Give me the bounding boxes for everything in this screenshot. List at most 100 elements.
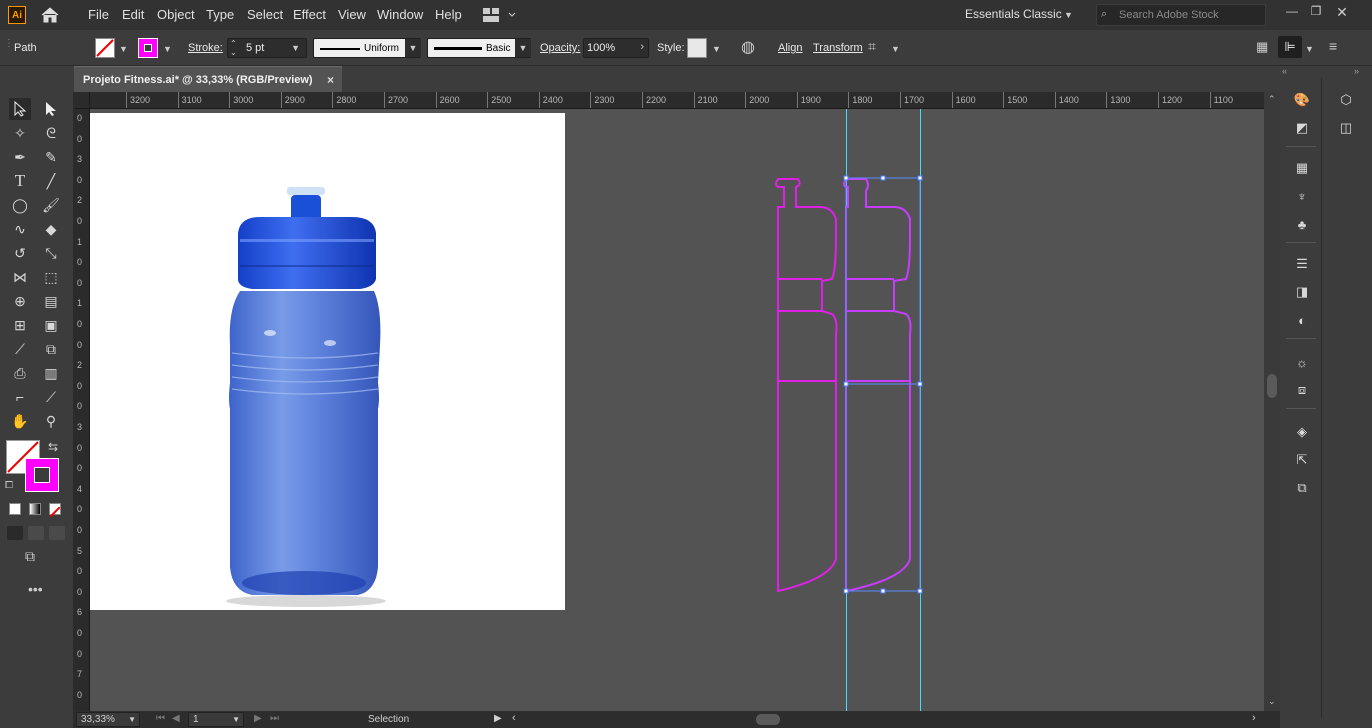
transparency-panel-icon[interactable]: ◐ bbox=[1292, 310, 1312, 330]
draw-normal-icon[interactable] bbox=[7, 526, 23, 540]
graphic-style-swatch[interactable] bbox=[687, 38, 707, 58]
asset-export-panel-icon[interactable]: ⇱ bbox=[1292, 450, 1312, 470]
close-button[interactable]: ✕ bbox=[1335, 4, 1349, 20]
color-mode-icon[interactable] bbox=[9, 503, 21, 515]
panel-menu-icon[interactable]: ≡ bbox=[1329, 38, 1337, 54]
gradient-mode-icon[interactable] bbox=[29, 503, 41, 515]
collapse-panels-icon[interactable]: « bbox=[1282, 66, 1287, 76]
vertical-scrollbar[interactable]: ⌃ ⌄ bbox=[1264, 92, 1280, 711]
eraser-tool-icon[interactable]: ◆ bbox=[40, 218, 62, 240]
column-graph-tool-icon[interactable]: ▥ bbox=[40, 362, 62, 384]
menu-effect[interactable]: Effect bbox=[293, 7, 326, 22]
next-artboard-icon[interactable]: ▶ bbox=[254, 713, 262, 724]
chevron-down-icon[interactable]: ▼ bbox=[712, 44, 721, 54]
stroke-panel-icon[interactable]: ☰ bbox=[1292, 254, 1312, 274]
line-segment-tool-icon[interactable]: ╱ bbox=[40, 170, 62, 192]
water-bottle-image[interactable] bbox=[90, 113, 565, 610]
swap-fill-stroke-icon[interactable]: ⇆ bbox=[48, 440, 58, 454]
document-tab[interactable]: Projeto Fitness.ai* @ 33,33% (RGB/Previe… bbox=[74, 66, 342, 92]
brushes-panel-icon[interactable]: ♆ bbox=[1292, 186, 1312, 206]
expand-panels-icon[interactable]: » bbox=[1354, 66, 1359, 76]
curvature-tool-icon[interactable]: ✎ bbox=[40, 146, 62, 168]
canvas[interactable] bbox=[90, 109, 1264, 711]
zoom-field[interactable]: 33,33% ▼ bbox=[76, 712, 140, 727]
menu-object[interactable]: Object bbox=[157, 7, 195, 22]
mesh-tool-icon[interactable]: ⊞ bbox=[9, 314, 31, 336]
paintbrush-tool-icon[interactable]: 🖌 bbox=[40, 194, 62, 216]
eyedropper-tool-icon[interactable]: ⟋ bbox=[9, 338, 31, 360]
draw-behind-icon[interactable] bbox=[28, 526, 44, 540]
recolor-artwork-icon[interactable]: ◍ bbox=[741, 37, 755, 57]
slice-tool-icon[interactable]: ⟋ bbox=[40, 386, 62, 408]
last-artboard-icon[interactable]: ⏭ bbox=[270, 713, 279, 724]
stroke-weight-field[interactable]: ⌃ ⌄ 5 pt ▼ bbox=[227, 38, 307, 58]
layers-panel-icon[interactable]: ◈ bbox=[1292, 422, 1312, 442]
lasso-tool-icon[interactable]: ᘓ bbox=[40, 122, 62, 144]
menu-view[interactable]: View bbox=[338, 7, 366, 22]
menu-help[interactable]: Help bbox=[435, 7, 462, 22]
screen-mode-icon[interactable]: ⧉ bbox=[25, 548, 35, 565]
opacity-field[interactable]: 100% › bbox=[583, 38, 649, 58]
chevron-down-icon[interactable]: ▼ bbox=[119, 44, 128, 54]
perspective-grid-tool-icon[interactable]: ▤ bbox=[40, 290, 62, 312]
graphic-styles-panel-icon[interactable]: ⧈ bbox=[1292, 380, 1312, 400]
align-link[interactable]: Align bbox=[778, 42, 802, 54]
shape-builder-tool-icon[interactable]: ⊕ bbox=[9, 290, 31, 312]
bottle-outline-paths[interactable] bbox=[770, 169, 1020, 599]
swatches-panel-icon[interactable]: ▦ bbox=[1292, 158, 1312, 178]
ellipse-tool-icon[interactable]: ◯ bbox=[9, 194, 31, 216]
status-menu-icon[interactable]: ▶ bbox=[494, 713, 502, 724]
hand-tool-icon[interactable]: ✋ bbox=[9, 410, 31, 432]
brush-definition[interactable]: Basic ▼ bbox=[427, 38, 531, 58]
shaper-tool-icon[interactable]: ∿ bbox=[9, 218, 31, 240]
libraries-panel-icon[interactable]: ⬡ bbox=[1336, 90, 1356, 110]
opacity-label[interactable]: Opacity: bbox=[540, 42, 580, 54]
artboard-number-field[interactable]: 1 ▼ bbox=[188, 712, 244, 727]
search-adobe-stock-input[interactable]: Search Adobe Stock bbox=[1096, 4, 1266, 26]
zoom-tool-icon[interactable]: ⚲ bbox=[40, 410, 62, 432]
symbols-panel-icon[interactable]: ♣ bbox=[1292, 214, 1312, 234]
scroll-left-icon[interactable]: ‹ bbox=[512, 712, 516, 724]
menu-edit[interactable]: Edit bbox=[122, 7, 144, 22]
close-tab-icon[interactable]: × bbox=[327, 73, 334, 87]
rotate-tool-icon[interactable]: ↺ bbox=[9, 242, 31, 264]
color-guide-panel-icon[interactable]: ◩ bbox=[1292, 118, 1312, 138]
width-tool-icon[interactable]: ⋈ bbox=[9, 266, 31, 288]
scale-tool-icon[interactable]: ⤡ bbox=[40, 242, 62, 264]
fill-none-swatch[interactable] bbox=[95, 38, 115, 58]
variable-width-profile[interactable]: Uniform ▼ bbox=[313, 38, 421, 58]
magic-wand-tool-icon[interactable]: ✧ bbox=[9, 122, 31, 144]
properties-panel-icon[interactable]: ⊫ bbox=[1278, 36, 1302, 58]
draw-inside-icon[interactable] bbox=[49, 526, 65, 540]
free-transform-tool-icon[interactable]: ⬚ bbox=[40, 266, 62, 288]
artboard-tool-icon[interactable]: ⌐ bbox=[9, 386, 31, 408]
type-tool-icon[interactable]: T bbox=[9, 170, 31, 192]
vertical-scroll-thumb[interactable] bbox=[1267, 374, 1277, 398]
scroll-right-icon[interactable]: › bbox=[1252, 712, 1256, 724]
workspace-switcher[interactable]: Essentials Classic bbox=[965, 7, 1062, 21]
pen-tool-icon[interactable]: ✒ bbox=[9, 146, 31, 168]
color-panel-icon[interactable]: 🎨 bbox=[1292, 90, 1312, 110]
menu-file[interactable]: File bbox=[88, 7, 109, 22]
edit-toolbar-icon[interactable]: ••• bbox=[28, 581, 43, 597]
isolate-object-icon[interactable]: ⌗ bbox=[868, 38, 876, 55]
first-artboard-icon[interactable]: ⏮ bbox=[156, 713, 165, 724]
ruler-origin[interactable] bbox=[74, 92, 90, 109]
stroke-color-swatch[interactable] bbox=[138, 38, 158, 58]
appearance-panel-icon[interactable]: ☼ bbox=[1292, 352, 1312, 372]
horizontal-scroll-thumb[interactable] bbox=[756, 714, 780, 725]
properties-panel-side-icon[interactable]: ◫ bbox=[1336, 118, 1356, 138]
symbol-sprayer-tool-icon[interactable]: ⎙ bbox=[9, 362, 31, 384]
stroke-label[interactable]: Stroke: bbox=[188, 42, 223, 54]
home-icon[interactable] bbox=[40, 6, 60, 24]
minimize-button[interactable]: — bbox=[1285, 4, 1299, 18]
menu-type[interactable]: Type bbox=[206, 7, 234, 22]
previous-artboard-icon[interactable]: ◀ bbox=[172, 713, 180, 724]
menu-window[interactable]: Window bbox=[377, 7, 423, 22]
arrange-panels-icon[interactable]: ▦ bbox=[1256, 39, 1268, 55]
arrange-documents-icon[interactable] bbox=[483, 8, 517, 22]
artboard[interactable] bbox=[90, 113, 565, 610]
default-fill-stroke-icon[interactable]: ⧠ bbox=[5, 480, 13, 491]
selection-tool-icon[interactable] bbox=[9, 98, 31, 120]
menu-select[interactable]: Select bbox=[247, 7, 283, 22]
